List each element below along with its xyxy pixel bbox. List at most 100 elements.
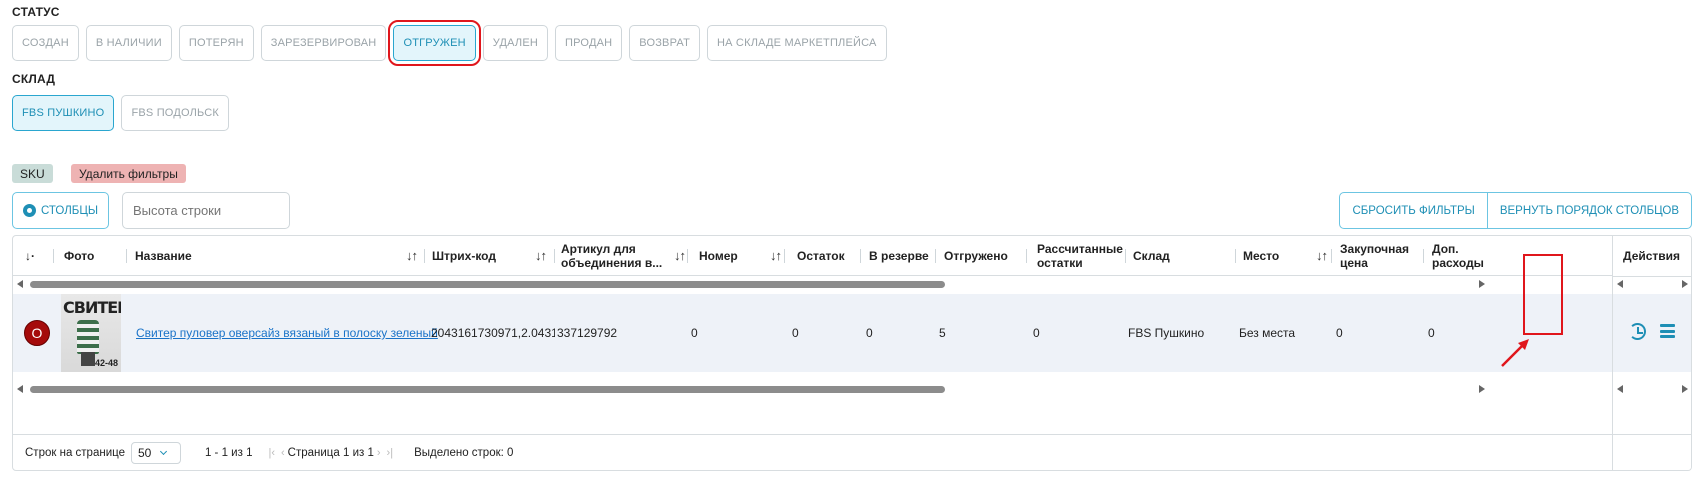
sku-tag[interactable]: SKU xyxy=(12,164,53,183)
column-header-number[interactable]: Номер ↓↑ xyxy=(699,236,789,276)
rows-per-page-value: 50 xyxy=(137,445,152,460)
scroll-left-icon[interactable] xyxy=(1617,280,1623,288)
sort-icon[interactable]: ↓↑ xyxy=(1316,249,1328,263)
product-photo[interactable]: СВИТЕР 42-48 xyxy=(61,294,121,372)
column-header-calculated[interactable]: Рассчитанные остатки xyxy=(1037,236,1127,276)
warehouse-section-title: СКЛАД xyxy=(12,72,56,86)
gear-icon xyxy=(22,204,36,217)
column-header-warehouse[interactable]: Склад xyxy=(1133,236,1233,276)
column-header-actions: Действия xyxy=(1623,249,1681,263)
product-photo-title: СВИТЕР xyxy=(63,298,121,317)
status-chip-reserved[interactable]: ЗАРЕЗЕРВИРОВАН xyxy=(260,25,387,61)
horizontal-scrollbar-top[interactable] xyxy=(13,276,1489,293)
pagination-range: 1 - 1 из 1 xyxy=(204,446,253,459)
row-number-cell: 0 xyxy=(691,326,698,340)
selected-rows-count: Выделено строк: 0 xyxy=(414,446,514,459)
scroll-right-icon[interactable] xyxy=(1682,385,1688,393)
sort-icon[interactable]: ↓↑ xyxy=(535,249,547,263)
column-header-purchase-label: Закупочная цена xyxy=(1340,242,1409,270)
table-header: ↓· Фото Название ↓↑ Штрих-код ↓↑ Артикул… xyxy=(13,236,1691,276)
product-photo-legs xyxy=(81,352,95,366)
sort-icon[interactable]: ↓↑ xyxy=(674,249,686,263)
column-header-calculated-label: Рассчитанные остатки xyxy=(1037,242,1123,270)
rows-per-page-select[interactable]: 50 xyxy=(130,441,181,464)
columns-button-label: СТОЛБЦЫ xyxy=(40,204,99,217)
row-shipped-cell: 5 xyxy=(939,326,946,340)
scroll-left-icon[interactable] xyxy=(17,280,23,288)
status-chip-sold[interactable]: ПРОДАН xyxy=(555,25,623,61)
column-header-article-label: Артикул для объединения в... xyxy=(561,242,662,270)
history-icon[interactable] xyxy=(1629,323,1646,340)
prev-page-icon[interactable]: ‹ xyxy=(281,447,285,459)
sort-icon[interactable]: ↓↑ xyxy=(406,249,418,263)
column-header-calculated-line2: остатки xyxy=(1037,256,1083,270)
column-header-purchase-price[interactable]: Закупочная цена xyxy=(1340,236,1425,276)
column-header-reserve[interactable]: В резерве xyxy=(869,236,939,276)
scroll-right-icon[interactable] xyxy=(1479,385,1485,393)
row-height-input[interactable] xyxy=(122,192,290,229)
column-header-name[interactable]: Название ↓↑ xyxy=(135,236,425,276)
scroll-left-icon[interactable] xyxy=(1617,385,1623,393)
status-chip-deleted[interactable]: УДАЛЕН xyxy=(482,25,549,61)
status-chip-shipped[interactable]: ОТГРУЖЕН xyxy=(388,20,481,66)
scroll-thumb[interactable] xyxy=(30,386,945,393)
scroll-thumb[interactable] xyxy=(30,281,945,288)
last-page-icon[interactable]: ›| xyxy=(387,447,394,459)
row-place-cell: Без места xyxy=(1239,326,1296,340)
warehouse-chip-podolsk[interactable]: FBS ПОДОЛЬСК xyxy=(121,95,229,131)
row-barcode-cell: 2043161730971,2.0431 xyxy=(431,326,555,340)
scroll-left-icon[interactable] xyxy=(17,385,23,393)
product-name-link[interactable]: Свитер пуловер оверсайз вязаный в полоск… xyxy=(136,326,438,340)
column-header-extra-costs[interactable]: Доп. расходы xyxy=(1432,236,1497,276)
products-table: ↓· Фото Название ↓↑ Штрих-код ↓↑ Артикул… xyxy=(12,235,1692,471)
column-header-purchase-line1: Закупочная xyxy=(1340,242,1410,256)
chevron-down-icon xyxy=(160,447,168,455)
row-extra-costs-cell: 0 xyxy=(1428,326,1435,340)
scroll-right-icon[interactable] xyxy=(1682,280,1688,288)
columns-button[interactable]: СТОЛБЦЫ xyxy=(12,192,109,229)
column-header-article[interactable]: Артикул для объединения в... ↓↑ xyxy=(561,236,693,276)
column-header-place-label: Место xyxy=(1243,249,1280,263)
column-header-extra-line2: расходы xyxy=(1432,256,1484,270)
scroll-right-icon[interactable] xyxy=(1479,280,1485,288)
sort-icon[interactable]: ↓↑ xyxy=(770,249,782,263)
page-info: Страница 1 из 1 xyxy=(287,446,374,459)
table-row[interactable]: О СВИТЕР 42-48 Свитер пуловер оверсайз в… xyxy=(13,294,1613,372)
row-photo-cell[interactable]: СВИТЕР 42-48 xyxy=(61,294,121,372)
next-page-icon[interactable]: › xyxy=(377,447,381,459)
actions-scrollbar-bottom[interactable] xyxy=(1613,381,1691,398)
column-header-shipped[interactable]: Отгружено xyxy=(944,236,1024,276)
column-header-article-line2: объединения в... xyxy=(561,256,663,270)
status-chip-in-stock[interactable]: В НАЛИЧИИ xyxy=(85,25,172,61)
avatar: О xyxy=(24,320,50,346)
status-chip-marketplace[interactable]: НА СКЛАДЕ МАРКЕТПЛЕЙСА xyxy=(707,25,887,61)
column-header-place[interactable]: Место ↓↑ xyxy=(1243,236,1335,276)
column-header-remainder[interactable]: Остаток xyxy=(797,236,867,276)
reset-filters-button[interactable]: СБРОСИТЬ ФИЛЬТРЫ xyxy=(1340,193,1486,228)
row-reserve-cell: 0 xyxy=(866,326,873,340)
status-chip-lost[interactable]: ПОТЕРЯН xyxy=(178,25,254,61)
column-header-barcode[interactable]: Штрих-код ↓↑ xyxy=(432,236,554,276)
status-section-title: СТАТУС xyxy=(12,5,60,19)
column-header-article-line1: Артикул для xyxy=(561,242,636,256)
remove-filters-button[interactable]: Удалить фильтры xyxy=(71,164,186,183)
column-header-photo: Фото xyxy=(64,249,95,263)
rows-per-page-label: Строк на странице xyxy=(25,446,125,459)
status-chips: СОЗДАН В НАЛИЧИИ ПОТЕРЯН ЗАРЕЗЕРВИРОВАН … xyxy=(12,20,887,66)
product-photo-size: 42-48 xyxy=(94,358,118,368)
row-purchase-price-cell: 0 xyxy=(1336,326,1343,340)
warehouse-chip-pushkino[interactable]: FBS ПУШКИНО xyxy=(12,95,115,131)
select-column-header[interactable]: ↓· xyxy=(25,236,55,276)
first-page-icon[interactable]: |‹ xyxy=(268,447,275,459)
product-photo-figure xyxy=(77,320,99,354)
list-details-icon[interactable] xyxy=(1660,324,1675,338)
status-chip-return[interactable]: ВОЗВРАТ xyxy=(629,25,700,61)
actions-scrollbar-top[interactable] xyxy=(1613,276,1691,293)
table-actions-group: СБРОСИТЬ ФИЛЬТРЫ ВЕРНУТЬ ПОРЯДОК СТОЛБЦО… xyxy=(1339,192,1692,229)
restore-columns-order-button[interactable]: ВЕРНУТЬ ПОРЯДОК СТОЛБЦОВ xyxy=(1486,193,1691,228)
horizontal-scrollbar-bottom[interactable] xyxy=(13,381,1489,398)
row-warehouse-cell: FBS Пушкино xyxy=(1128,326,1205,340)
annotation-arrow-icon xyxy=(1501,339,1529,367)
status-chip-created[interactable]: СОЗДАН xyxy=(12,25,79,61)
row-article-cell: 337129792 xyxy=(557,326,618,340)
